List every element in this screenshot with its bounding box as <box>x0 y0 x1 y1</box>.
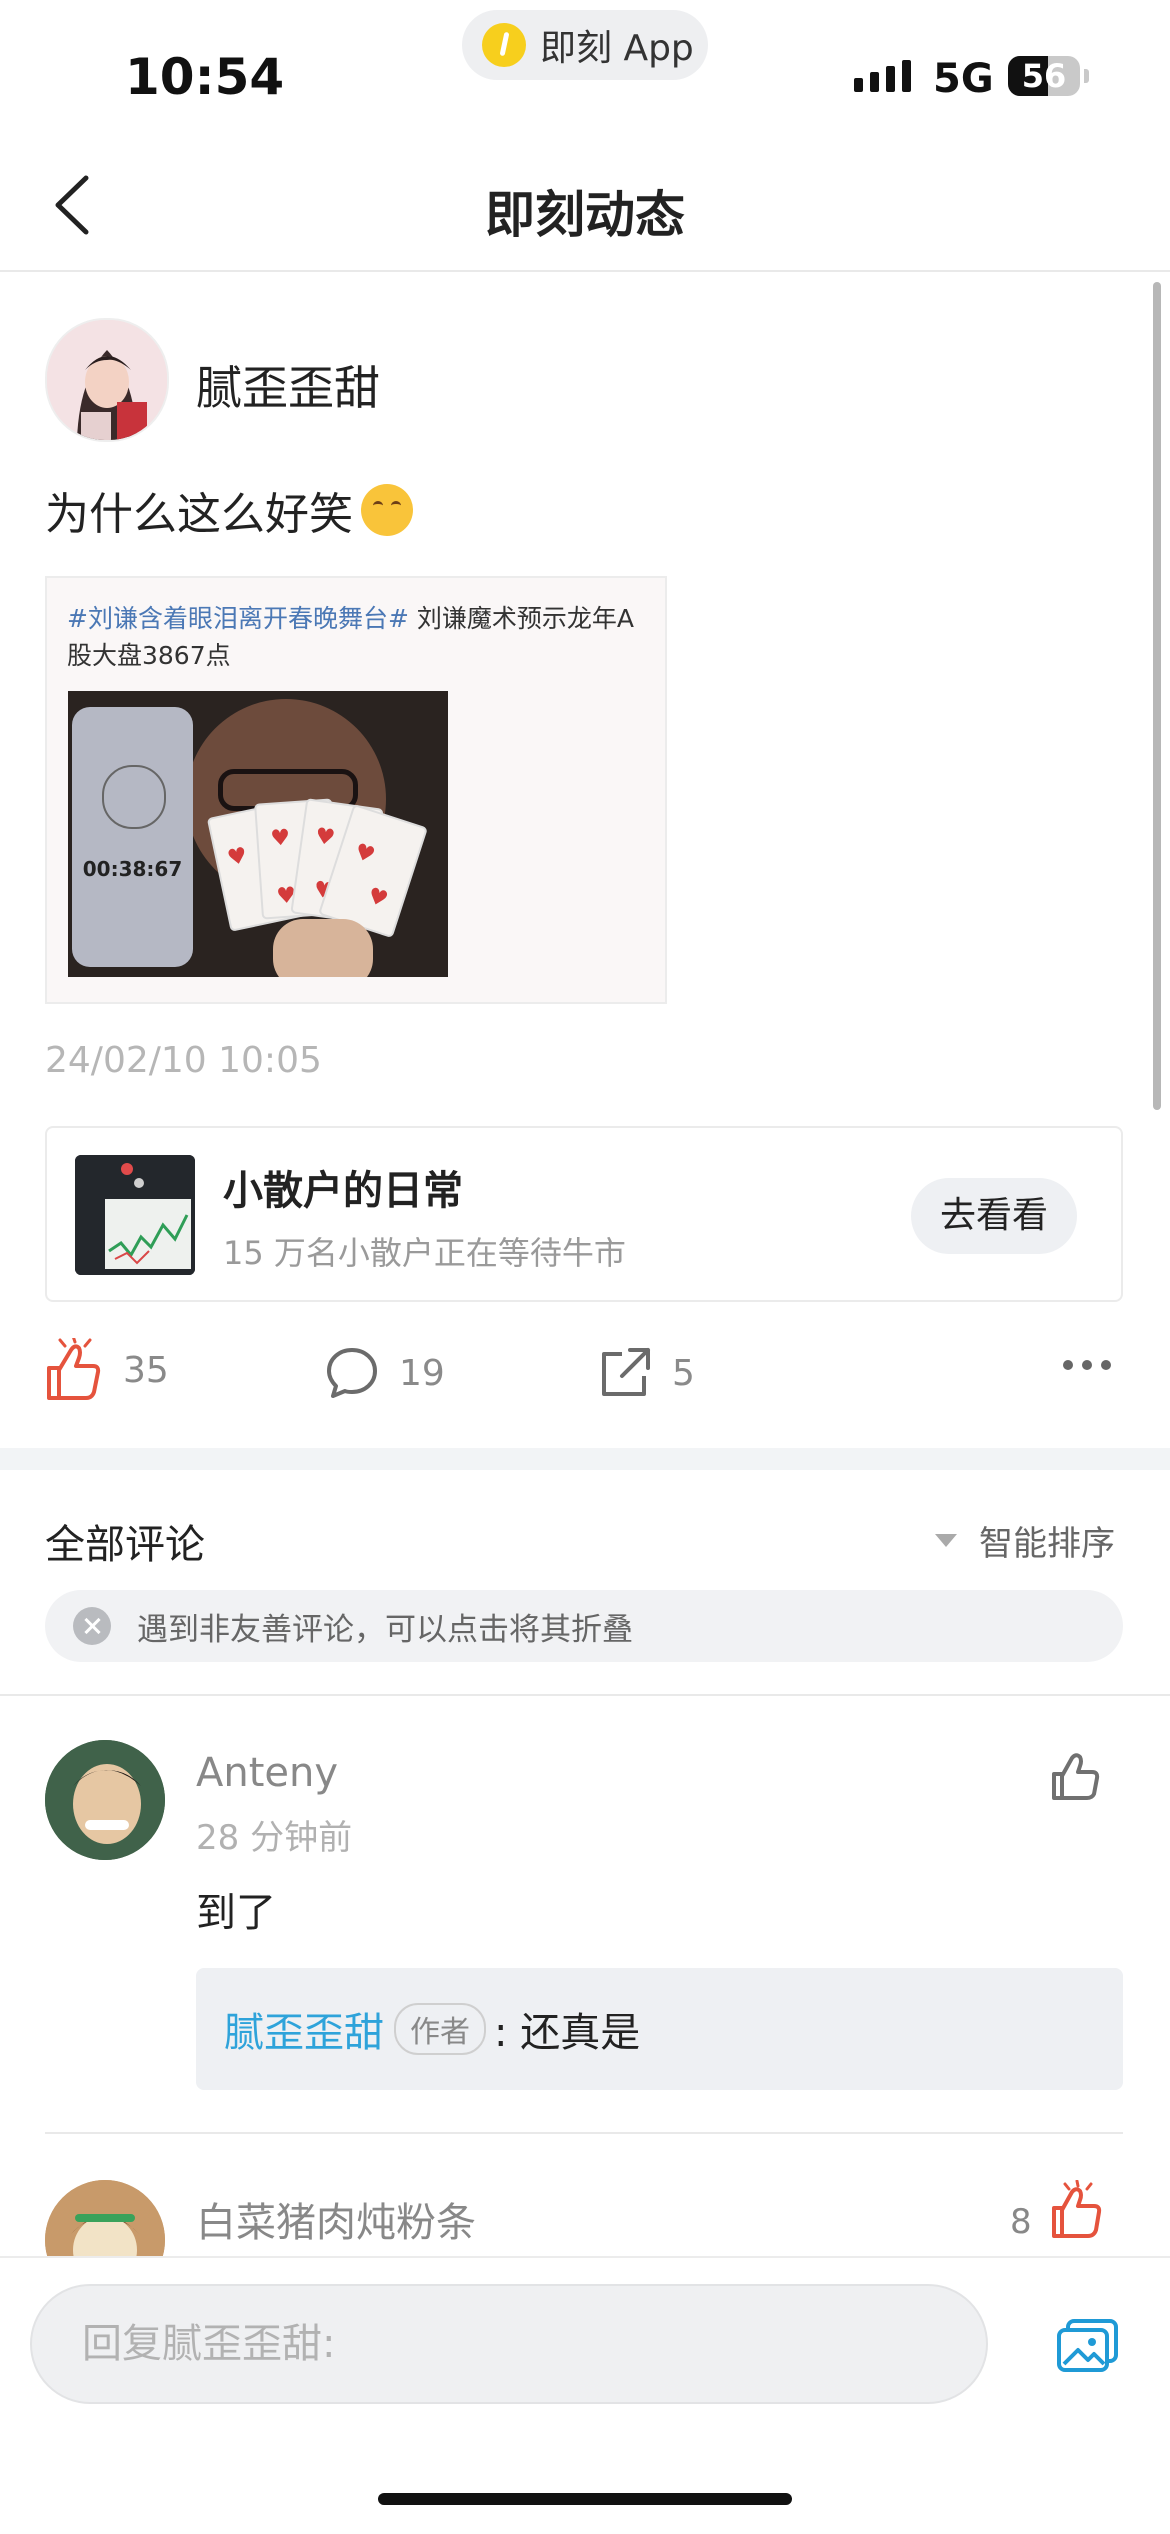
like-button[interactable]: 35 <box>45 1330 169 1410</box>
reply-text: : 还真是 <box>494 2010 641 2056</box>
battery-icon: 56 <box>1008 56 1080 96</box>
page-title: 即刻动态 <box>485 186 685 244</box>
comment-icon <box>327 1348 377 1398</box>
comment-text: 到了 <box>196 1890 276 1936</box>
visit-topic-button[interactable]: 去看看 <box>911 1178 1077 1254</box>
phone-shape: 00:38:67 <box>72 707 193 967</box>
image-upload-icon <box>1057 2319 1118 2372</box>
fold-notice-text: 遇到非友善评论，可以点击将其折叠 <box>137 1611 633 1648</box>
comment-like-count: 8 <box>1010 2202 1032 2242</box>
topic-card[interactable]: 小散户的日常 15 万名小散户正在等待牛市 去看看 <box>45 1126 1123 1302</box>
like-active-icon <box>1052 2179 1102 2238</box>
author-badge: 作者 <box>394 2003 486 2055</box>
battery-percent: 56 <box>1021 57 1067 95</box>
like-outline-icon <box>1052 1753 1100 1800</box>
sort-dropdown[interactable]: 智能排序 <box>935 1516 1115 1565</box>
avatar-illustration <box>47 320 167 440</box>
home-indicator[interactable] <box>378 2493 792 2505</box>
dynamic-island-app-pill[interactable]: 即刻 App <box>462 10 708 80</box>
commenter-name[interactable]: 白菜猪肉炖粉条 <box>196 2190 476 2248</box>
author-avatar[interactable] <box>45 318 169 442</box>
post-text-content: 为什么这么好笑 <box>45 489 353 540</box>
comment-like-button[interactable] <box>1050 1750 1102 1806</box>
comment-divider <box>45 2132 1123 2134</box>
topic-title: 小散户的日常 <box>223 1168 463 1214</box>
topic-subtitle: 15 万名小散户正在等待牛市 <box>223 1234 626 1272</box>
scrollbar[interactable] <box>1153 282 1161 1110</box>
hand-shape <box>273 919 373 977</box>
phone-time: 00:38:67 <box>82 857 183 881</box>
image-caption: #刘谦含着眼泪离开春晚舞台# 刘谦魔术预示龙年A股大盘3867点 <box>67 600 657 674</box>
commenter-name[interactable]: Anteny <box>196 1750 338 1796</box>
sort-label: 智能排序 <box>979 1524 1115 1564</box>
jike-logo-icon <box>482 23 526 67</box>
comment-like-button[interactable] <box>1050 2179 1106 2244</box>
share-icon <box>602 1348 650 1396</box>
comment-time: 28 分钟前 <box>196 1818 353 1858</box>
topic-thumbnail <box>75 1155 195 1275</box>
share-count: 5 <box>672 1352 695 1394</box>
network-label: 5G <box>933 56 994 102</box>
post-image[interactable]: #刘谦含着眼泪离开春晚舞台# 刘谦魔术预示龙年A股大盘3867点 00:38:6… <box>45 576 667 1004</box>
reply-input[interactable] <box>30 2284 988 2404</box>
avatar-illustration <box>45 1740 165 1860</box>
sort-triangle-icon <box>935 1534 957 1547</box>
like-count: 35 <box>123 1349 169 1391</box>
comments-divider <box>0 1694 1170 1696</box>
comment-button[interactable]: 19 <box>325 1338 445 1408</box>
more-icon[interactable] <box>1063 1360 1111 1370</box>
image-upload-button[interactable] <box>1056 2318 1120 2374</box>
share-button[interactable]: 5 <box>598 1338 695 1408</box>
commenter-avatar[interactable] <box>45 1740 165 1860</box>
author-name[interactable]: 腻歪歪甜 <box>196 352 380 418</box>
magic-photo: 00:38:67 ♥♥ ♥♥♥ ♥♥♥ ♥♥ <box>68 691 448 977</box>
close-circle-icon[interactable] <box>73 1607 111 1645</box>
signal-icon <box>854 60 911 92</box>
section-separator <box>0 1448 1170 1470</box>
author-reply[interactable]: 腻歪歪甜 作者 : 还真是 <box>196 1968 1123 2090</box>
stock-chart-icon <box>75 1155 195 1275</box>
reply-author-name[interactable]: 腻歪歪甜 <box>224 2000 384 2058</box>
comments-title: 全部评论 <box>45 1522 205 1568</box>
app-pill-label: 即刻 App <box>540 28 694 69</box>
post-text: 为什么这么好笑 <box>45 478 413 542</box>
post-timestamp: 24/02/10 10:05 <box>45 1040 322 1081</box>
status-time: 10:54 <box>125 48 285 106</box>
comment-count: 19 <box>399 1352 445 1394</box>
fold-notice[interactable]: 遇到非友善评论，可以点击将其折叠 <box>45 1590 1123 1662</box>
giggle-emoji-icon <box>361 484 413 536</box>
nav-divider <box>0 270 1170 272</box>
clock-face <box>102 765 166 829</box>
battery-tip <box>1084 69 1089 83</box>
image-hashtag: #刘谦含着眼泪离开春晚舞台# <box>67 604 409 633</box>
like-icon <box>47 1338 101 1400</box>
